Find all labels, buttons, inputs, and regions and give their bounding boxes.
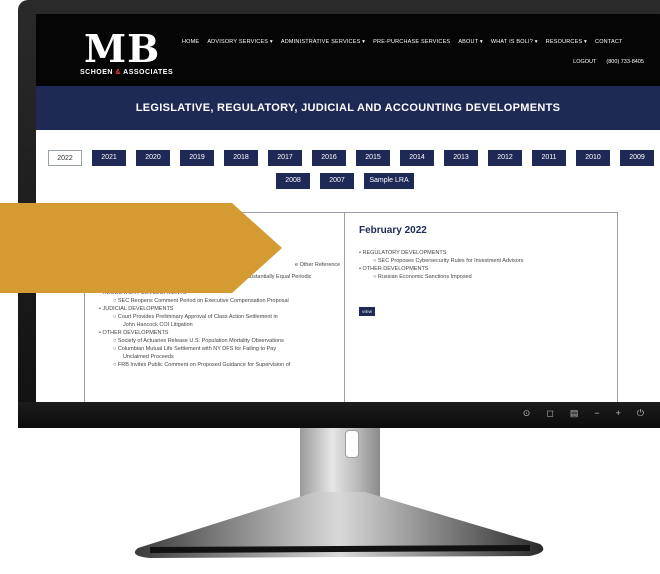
site-header: MB SCHOEN & ASSOCIATES HOME ADVISORY SER… xyxy=(36,14,660,86)
logo[interactable]: MB xyxy=(84,30,160,68)
year-button-2022[interactable]: 2022 xyxy=(48,150,82,166)
february-items: REGULATORY DEVELOPMENTS SEC Proposes Cyb… xyxy=(359,249,523,281)
monitor-base xyxy=(120,492,560,560)
menu-icon[interactable]: ◻ xyxy=(546,408,553,419)
list-heading: JUDICIAL DEVELOPMENTS xyxy=(99,305,340,313)
arrow-graphic xyxy=(0,203,282,293)
list-item[interactable]: John Hancock COI Litigation xyxy=(99,321,340,329)
list-heading: REGULATORY DEVELOPMENTS xyxy=(359,249,523,257)
year-button-2010[interactable]: 2010 xyxy=(576,150,610,166)
panel-title: February 2022 xyxy=(359,225,427,236)
list-heading: OTHER DEVELOPMENTS xyxy=(99,329,340,337)
page-title: LEGISLATIVE, REGULATORY, JUDICIAL AND AC… xyxy=(135,102,561,114)
monitor-neck xyxy=(300,428,380,498)
list-item[interactable]: Court Provides Preliminary Approval of C… xyxy=(99,313,340,321)
nav-resources[interactable]: RESOURCES ▾ xyxy=(546,39,587,45)
year-button-2019[interactable]: 2019 xyxy=(180,150,214,166)
year-button-2007[interactable]: 2007 xyxy=(320,173,354,189)
list-heading: OTHER DEVELOPMENTS xyxy=(359,265,523,273)
year-button-2016[interactable]: 2016 xyxy=(312,150,346,166)
nav-home[interactable]: HOME xyxy=(182,39,199,45)
year-button-2017[interactable]: 2017 xyxy=(268,150,302,166)
year-button-2015[interactable]: 2015 xyxy=(356,150,390,166)
nav-about[interactable]: ABOUT ▾ xyxy=(458,39,483,45)
cable-hole xyxy=(345,430,359,458)
year-button-2021[interactable]: 2021 xyxy=(92,150,126,166)
nav-what-is-boli[interactable]: WHAT IS BOLI? ▾ xyxy=(491,39,538,45)
view-button[interactable]: VIEW xyxy=(359,307,375,316)
power-icon[interactable]: ⏻ xyxy=(637,408,644,419)
nav-pre-purchase-services[interactable]: PRE-PURCHASE SERVICES xyxy=(373,39,450,45)
year-button-2011[interactable]: 2011 xyxy=(532,150,566,166)
plus-icon[interactable]: + xyxy=(616,408,621,419)
list-item[interactable]: Society of Actuaries Release U.S. Popula… xyxy=(99,337,340,345)
list-item[interactable]: SEC Proposes Cybersecurity Rules for Inv… xyxy=(359,257,524,265)
nav-contact[interactable]: CONTACT xyxy=(595,39,623,45)
year-button-2013[interactable]: 2013 xyxy=(444,150,478,166)
list-item[interactable]: Unclaimed Proceeds xyxy=(99,353,340,361)
list-item[interactable]: FRB Invites Public Comment on Proposed G… xyxy=(99,361,340,369)
logout-link[interactable]: LOGOUT xyxy=(573,59,596,65)
list-item[interactable]: SEC Reopens Comment Period on Executive … xyxy=(99,297,340,305)
monitor-controls: ⊙ ◻ ▤ − + ⏻ xyxy=(523,408,644,419)
input-icon[interactable]: ⊙ xyxy=(523,408,531,419)
year-button-2012[interactable]: 2012 xyxy=(488,150,522,166)
logo-subtitle: SCHOEN & ASSOCIATES xyxy=(80,69,174,76)
year-button-2014[interactable]: 2014 xyxy=(400,150,434,166)
year-button-2020[interactable]: 2020 xyxy=(136,150,170,166)
nav-advisory-services[interactable]: ADVISORY SERVICES ▾ xyxy=(207,39,273,45)
sample-lra-button[interactable]: Sample LRA xyxy=(364,173,414,189)
year-button-2018[interactable]: 2018 xyxy=(224,150,258,166)
year-button-2009[interactable]: 2009 xyxy=(620,150,654,166)
page-banner: LEGISLATIVE, REGULATORY, JUDICIAL AND AC… xyxy=(36,86,660,130)
list-item[interactable]: Columbian Mutual Life Settlement with NY… xyxy=(99,345,340,353)
top-navigation: HOME ADVISORY SERVICES ▾ ADMINISTRATIVE … xyxy=(182,39,623,45)
nav-administrative-services[interactable]: ADMINISTRATIVE SERVICES ▾ xyxy=(281,39,365,45)
year-button-2008[interactable]: 2008 xyxy=(276,173,310,189)
list-item[interactable]: Russian Economic Sanctions Imposed xyxy=(359,273,523,281)
february-panel: February 2022 REGULATORY DEVELOPMENTS SE… xyxy=(344,212,618,402)
minus-icon[interactable]: − xyxy=(594,408,599,419)
settings-icon[interactable]: ▤ xyxy=(570,408,579,419)
sub-navigation: LOGOUT (800) 733-8405 xyxy=(573,59,644,65)
phone-number[interactable]: (800) 733-8405 xyxy=(606,59,644,65)
